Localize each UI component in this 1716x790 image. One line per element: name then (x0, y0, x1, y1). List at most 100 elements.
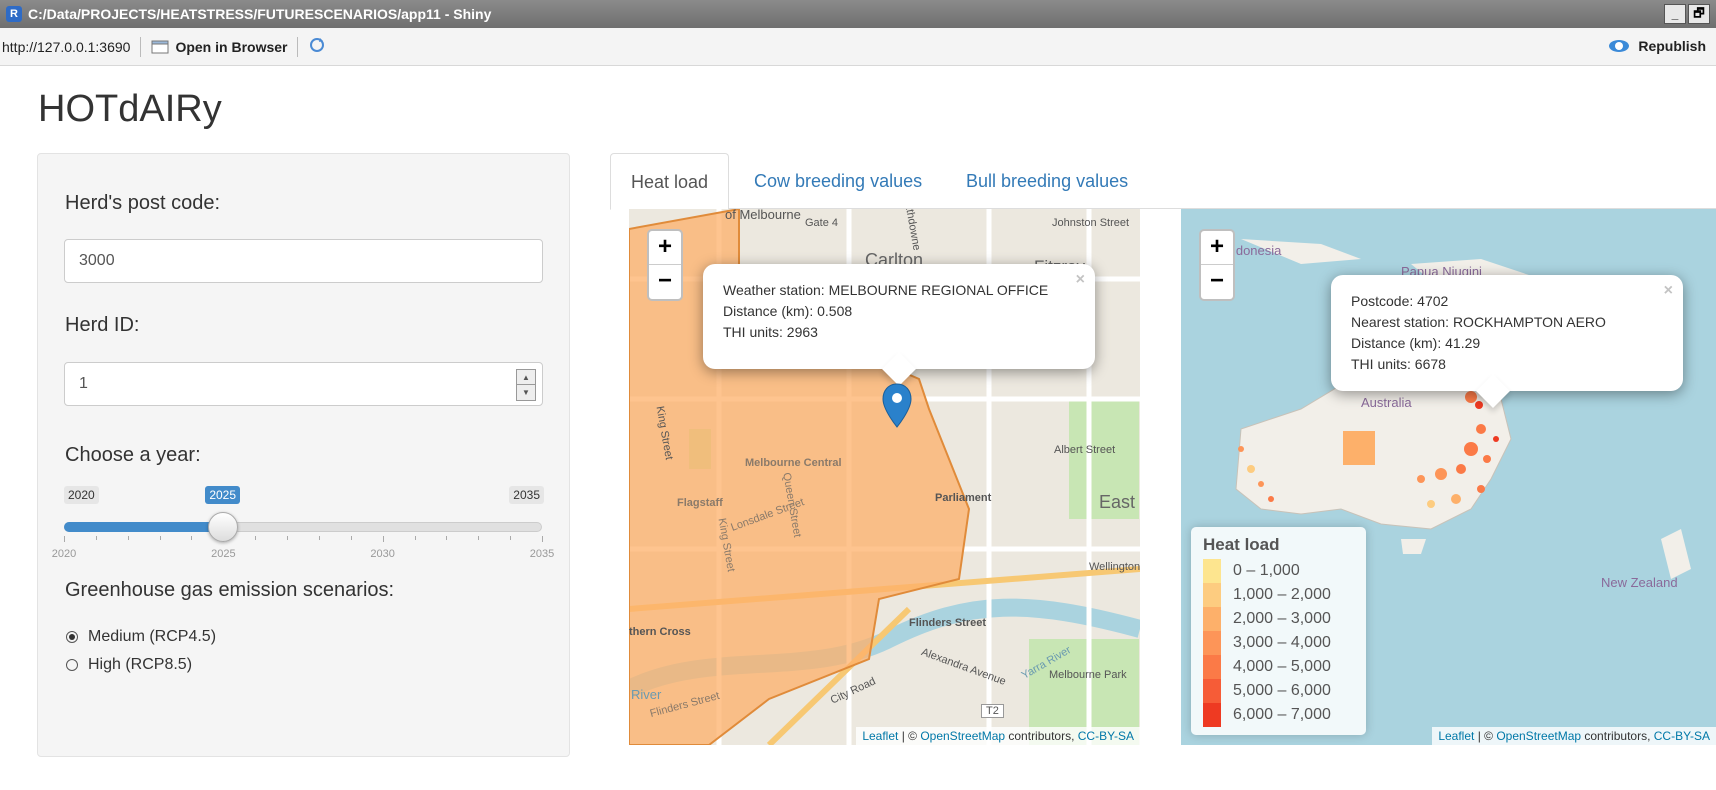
leaflet-link[interactable]: Leaflet (1438, 729, 1474, 743)
license-link[interactable]: CC-BY-SA (1654, 729, 1710, 743)
slider-tick (382, 536, 384, 542)
window-title: C:/Data/PROJECTS/HEATSTRESS/FUTURESCENAR… (28, 6, 492, 22)
legend-label: 3,000 – 4,000 (1233, 634, 1331, 651)
legend-item: 1,000 – 2,000 (1203, 583, 1354, 607)
terminal-label: T2 (981, 704, 1004, 718)
radio-unselected-icon[interactable] (66, 659, 78, 671)
popup-thi: THI units: 6678 (1351, 356, 1446, 372)
title-bar: R C:/Data/PROJECTS/HEATSTRESS/FUTURESCEN… (0, 0, 1716, 28)
open-in-browser-button[interactable]: Open in Browser (151, 39, 287, 55)
popup-distance: Distance (km): 0.508 (723, 303, 853, 319)
republish-button[interactable]: Republish (1608, 38, 1706, 54)
legend-label: 0 – 1,000 (1233, 562, 1300, 579)
slider-tick (542, 536, 543, 542)
herd-id-input[interactable]: 1 ▲ ▼ (64, 362, 543, 406)
zoom-in-button[interactable]: + (649, 231, 681, 265)
popup-station: Nearest station: ROCKHAMPTON AERO (1351, 314, 1606, 330)
place-label: East (1099, 492, 1136, 512)
legend-title: Heat load (1203, 535, 1280, 554)
street-label: Flinders Street (909, 617, 987, 629)
radio-medium-label: Medium (RCP4.5) (88, 628, 217, 645)
popup-station: Weather station: MELBOURNE REGIONAL OFFI… (723, 282, 1049, 298)
postcode-label: Herd's post code: (65, 192, 221, 214)
slider-tick (64, 536, 65, 542)
street-label: Albert Street (1054, 444, 1116, 456)
postcode-popup: × Postcode: 4702 Nearest station: ROCKHA… (1331, 275, 1683, 408)
sidebar-panel: Herd's post code: 3000 Herd ID: 1 ▲ ▼ Ch… (37, 153, 570, 757)
slider-tick (255, 536, 257, 540)
slider-tick-label: 2035 (529, 548, 555, 560)
slider-tick-label: 2020 (51, 548, 77, 560)
popup-close-button[interactable]: × (1076, 268, 1085, 292)
step-up-icon[interactable]: ▲ (517, 370, 535, 385)
place-label: Melbourne Central (745, 457, 842, 469)
step-down-icon[interactable]: ▼ (517, 385, 535, 400)
legend-swatch (1203, 607, 1221, 631)
street-label: Wellington (1089, 561, 1140, 573)
slider-tick (350, 536, 352, 540)
slider-tick (191, 536, 193, 540)
legend-label: 1,000 – 2,000 (1233, 586, 1331, 603)
url-text: http://127.0.0.1:3690 (2, 38, 131, 55)
popup-distance: Distance (km): 41.29 (1351, 335, 1481, 351)
legend-swatch (1203, 583, 1221, 607)
maximize-button[interactable]: 🗗 (1688, 4, 1710, 24)
leaflet-link[interactable]: Leaflet (862, 729, 898, 743)
slider-value-label: 2025 (205, 486, 241, 504)
tab-heat-load[interactable]: Heat load (610, 153, 730, 210)
osm-link[interactable]: OpenStreetMap (1496, 729, 1581, 743)
slider-tick (478, 536, 480, 540)
browser-icon (151, 40, 169, 53)
refresh-button[interactable] (308, 36, 326, 57)
license-link[interactable]: CC-BY-SA (1078, 729, 1134, 743)
legend-item: 6,000 – 7,000 (1203, 703, 1354, 727)
radio-selected-icon[interactable] (66, 631, 78, 643)
year-label: Choose a year: (65, 444, 201, 466)
legend-swatch (1203, 655, 1221, 679)
tab-bull-breeding-values[interactable]: Bull breeding values (946, 153, 1148, 209)
minimize-button[interactable]: _ (1664, 4, 1686, 24)
legend-swatch (1203, 679, 1221, 703)
place-label: New Zealand (1601, 575, 1678, 590)
postcode-input[interactable]: 3000 (64, 239, 543, 283)
station-map[interactable]: Carlton Fitzroy East Parliament Melbourn… (629, 209, 1140, 745)
map-marker-icon[interactable] (882, 383, 912, 429)
legend-items: 0 – 1,000 1,000 – 2,000 2,000 – 3,000 3,000… (1203, 559, 1354, 727)
slider-tick (287, 536, 289, 540)
zoom-in-button[interactable]: + (1201, 231, 1233, 265)
radio-medium[interactable]: Medium (RCP4.5) (66, 628, 216, 646)
rstudio-icon: R (6, 6, 22, 22)
osm-link[interactable]: OpenStreetMap (920, 729, 1005, 743)
attribution-contributors: contributors, (1005, 729, 1078, 743)
legend-label: 4,000 – 5,000 (1233, 658, 1331, 675)
herd-id-stepper[interactable]: ▲ ▼ (516, 369, 536, 401)
zoom-control: + − (1199, 229, 1235, 301)
radio-high[interactable]: High (RCP8.5) (66, 656, 192, 674)
place-label: Australia (1361, 395, 1412, 410)
place-label: Flagstaff (677, 497, 723, 509)
legend-item: 4,000 – 5,000 (1203, 655, 1354, 679)
heat-load-legend: Heat load 0 – 1,000 1,000 – 2,000 2,000 – … (1191, 527, 1366, 735)
legend-swatch (1203, 631, 1221, 655)
legend-item: 2,000 – 3,000 (1203, 607, 1354, 631)
zoom-out-button[interactable]: − (1201, 265, 1233, 299)
legend-label: 2,000 – 3,000 (1233, 610, 1331, 627)
zoom-out-button[interactable]: − (649, 265, 681, 299)
slider-handle[interactable] (208, 512, 239, 542)
toolbar-divider (140, 36, 142, 57)
refresh-icon (310, 38, 325, 52)
place-label: River (631, 687, 662, 702)
slider-tick (95, 536, 97, 540)
heat-load-map[interactable]: Indonesia Papua Niugini Australia New Ze… (1181, 209, 1716, 745)
slider-min-label: 2020 (64, 486, 99, 504)
radio-high-label: High (RCP8.5) (88, 656, 193, 673)
popup-close-button[interactable]: × (1664, 279, 1673, 303)
year-slider[interactable]: 2020 2025 2035 2020 2025 2030 2035 (52, 486, 554, 566)
attribution-separator: | © (898, 729, 921, 743)
legend-item: 5,000 – 6,000 (1203, 679, 1354, 703)
legend-label: 6,000 – 7,000 (1233, 706, 1331, 723)
place-label: Melbourne Park (1049, 669, 1127, 681)
legend-swatch (1203, 559, 1221, 583)
popup-thi: THI units: 2963 (723, 324, 818, 340)
tab-cow-breeding-values[interactable]: Cow breeding values (734, 153, 942, 209)
